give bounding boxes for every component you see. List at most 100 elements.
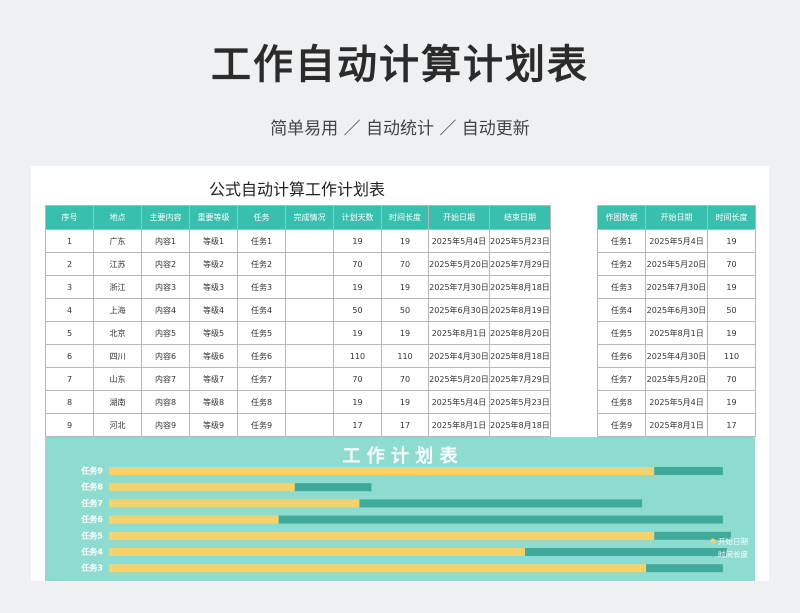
table-cell[interactable]: 110	[381, 344, 429, 368]
table-cell[interactable]: 70	[381, 252, 429, 276]
table-cell[interactable]: 50	[381, 298, 429, 322]
table-cell[interactable]: 5	[45, 321, 94, 345]
table-cell[interactable]: 任务1	[597, 229, 646, 253]
table-cell[interactable]: 2025年7月30日	[645, 275, 708, 299]
table-cell[interactable]: 上海	[93, 298, 142, 322]
table-cell[interactable]: 任务2	[237, 252, 286, 276]
table-cell[interactable]: 内容7	[141, 367, 190, 391]
table-cell[interactable]: 3	[45, 275, 94, 299]
table-cell[interactable]: 任务4	[597, 298, 646, 322]
table-cell[interactable]: 2025年6月30日	[645, 298, 708, 322]
table-cell[interactable]: 70	[381, 367, 429, 391]
table-cell[interactable]: 等级2	[189, 252, 238, 276]
table-cell[interactable]: 内容3	[141, 275, 190, 299]
table-cell[interactable]: 内容4	[141, 298, 190, 322]
table-cell[interactable]: 等级6	[189, 344, 238, 368]
table-cell[interactable]: 2	[45, 252, 94, 276]
table-cell[interactable]: 19	[707, 275, 756, 299]
table-cell[interactable]: 19	[707, 321, 756, 345]
table-cell[interactable]: 内容1	[141, 229, 190, 253]
table-cell[interactable]: 任务8	[597, 390, 646, 414]
table-cell[interactable]: 内容5	[141, 321, 190, 345]
table-cell[interactable]: 2025年8月1日	[645, 413, 708, 437]
table-cell[interactable]: 2025年5月20日	[645, 367, 708, 391]
table-cell[interactable]	[285, 413, 334, 437]
table-cell[interactable]: 7	[45, 367, 94, 391]
table-cell[interactable]: 任务7	[237, 367, 286, 391]
table-cell[interactable]: 等级9	[189, 413, 238, 437]
table-cell[interactable]	[285, 298, 334, 322]
table-cell[interactable]: 1	[45, 229, 94, 253]
table-cell[interactable]: 6	[45, 344, 94, 368]
table-cell[interactable]: 江苏	[93, 252, 142, 276]
table-cell[interactable]: 19	[333, 229, 382, 253]
table-cell[interactable]: 2025年5月4日	[645, 229, 708, 253]
table-cell[interactable]: 2025年7月29日	[489, 252, 551, 276]
table-cell[interactable]: 等级4	[189, 298, 238, 322]
table-cell[interactable]: 北京	[93, 321, 142, 345]
table-cell[interactable]: 19	[381, 229, 429, 253]
table-cell[interactable]: 2025年4月30日	[645, 344, 708, 368]
table-cell[interactable]: 内容8	[141, 390, 190, 414]
table-cell[interactable]: 2025年8月18日	[489, 344, 551, 368]
table-cell[interactable]: 2025年5月23日	[489, 229, 551, 253]
table-cell[interactable]: 70	[707, 367, 756, 391]
table-cell[interactable]	[285, 275, 334, 299]
table-cell[interactable]: 任务9	[597, 413, 646, 437]
table-cell[interactable]: 等级3	[189, 275, 238, 299]
table-cell[interactable]: 19	[381, 390, 429, 414]
table-cell[interactable]: 110	[333, 344, 382, 368]
table-cell[interactable]: 2025年5月4日	[428, 229, 490, 253]
table-cell[interactable]: 山东	[93, 367, 142, 391]
table-cell[interactable]: 2025年7月30日	[428, 275, 490, 299]
table-cell[interactable]: 2025年8月1日	[428, 413, 490, 437]
table-cell[interactable]: 内容6	[141, 344, 190, 368]
table-cell[interactable]: 9	[45, 413, 94, 437]
table-cell[interactable]: 50	[707, 298, 756, 322]
table-cell[interactable]: 2025年4月30日	[428, 344, 490, 368]
table-cell[interactable]: 任务4	[237, 298, 286, 322]
table-cell[interactable]: 2025年8月1日	[428, 321, 490, 345]
table-cell[interactable]: 内容9	[141, 413, 190, 437]
table-cell[interactable]: 任务7	[597, 367, 646, 391]
table-cell[interactable]: 19	[381, 321, 429, 345]
table-cell[interactable]: 任务3	[237, 275, 286, 299]
table-cell[interactable]: 70	[333, 252, 382, 276]
table-cell[interactable]: 任务1	[237, 229, 286, 253]
table-cell[interactable]: 任务9	[237, 413, 286, 437]
table-cell[interactable]: 任务6	[597, 344, 646, 368]
table-cell[interactable]	[285, 252, 334, 276]
table-cell[interactable]: 110	[707, 344, 756, 368]
table-cell[interactable]	[285, 344, 334, 368]
table-cell[interactable]: 70	[333, 367, 382, 391]
table-cell[interactable]: 19	[333, 321, 382, 345]
table-cell[interactable]: 4	[45, 298, 94, 322]
table-cell[interactable]: 任务5	[597, 321, 646, 345]
table-cell[interactable]: 2025年5月23日	[489, 390, 551, 414]
table-cell[interactable]: 19	[707, 390, 756, 414]
table-cell[interactable]: 17	[381, 413, 429, 437]
table-cell[interactable]: 内容2	[141, 252, 190, 276]
table-cell[interactable]: 70	[707, 252, 756, 276]
table-cell[interactable]: 2025年6月30日	[428, 298, 490, 322]
table-cell[interactable]: 2025年5月20日	[645, 252, 708, 276]
table-cell[interactable]	[285, 390, 334, 414]
table-cell[interactable]: 湖南	[93, 390, 142, 414]
table-cell[interactable]: 任务6	[237, 344, 286, 368]
table-cell[interactable]: 2025年5月20日	[428, 252, 490, 276]
table-cell[interactable]: 2025年5月20日	[428, 367, 490, 391]
table-cell[interactable]: 四川	[93, 344, 142, 368]
table-cell[interactable]: 2025年8月1日	[645, 321, 708, 345]
table-cell[interactable]: 19	[333, 275, 382, 299]
table-cell[interactable]: 浙江	[93, 275, 142, 299]
table-cell[interactable]: 2025年5月4日	[428, 390, 490, 414]
table-cell[interactable]: 广东	[93, 229, 142, 253]
table-cell[interactable]: 等级7	[189, 367, 238, 391]
table-cell[interactable]: 任务8	[237, 390, 286, 414]
table-cell[interactable]	[285, 229, 334, 253]
table-cell[interactable]: 50	[333, 298, 382, 322]
table-cell[interactable]: 19	[707, 229, 756, 253]
table-cell[interactable]: 等级8	[189, 390, 238, 414]
table-cell[interactable]: 任务5	[237, 321, 286, 345]
table-cell[interactable]: 2025年8月18日	[489, 413, 551, 437]
